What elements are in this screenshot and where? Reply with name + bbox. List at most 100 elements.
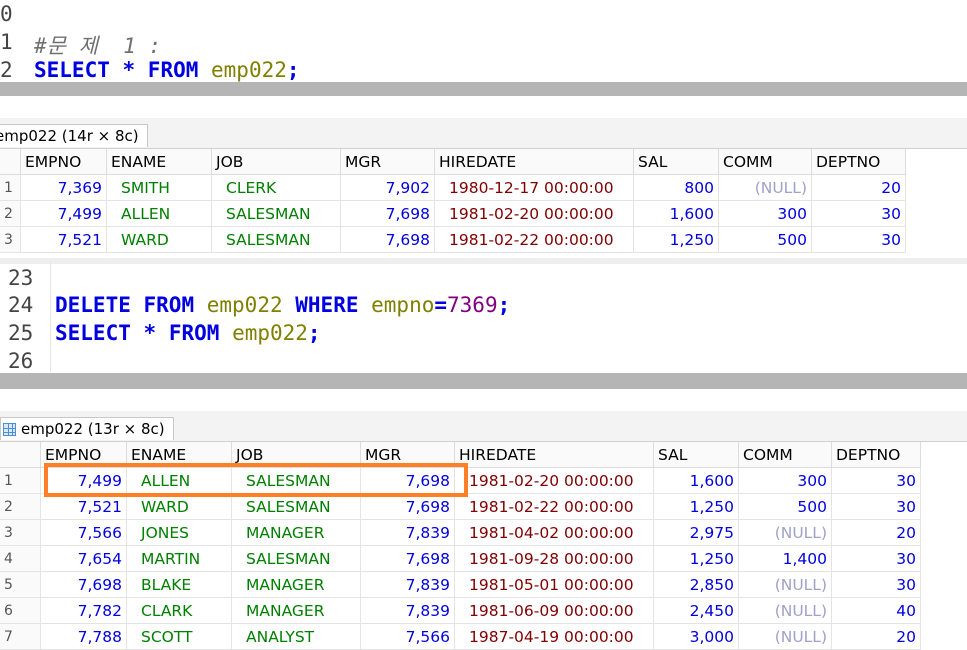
- table-cell[interactable]: 7,654: [40, 545, 127, 572]
- table-cell[interactable]: 7,839: [360, 571, 455, 598]
- table-row[interactable]: 4 7,654 MARTIN SALESMAN 7,698 1981-09-28 00:0…: [0, 545, 921, 572]
- table-cell[interactable]: 2,450: [653, 597, 739, 624]
- sql-editor-middle[interactable]: 23 24 25 26 DELETE FROM emp022 WHERE emp…: [0, 262, 967, 373]
- table-cell[interactable]: 500: [738, 493, 832, 520]
- table-cell[interactable]: MANAGER: [231, 571, 361, 598]
- table-cell[interactable]: 30: [811, 226, 906, 253]
- table-cell[interactable]: 7,499: [20, 200, 107, 227]
- table-cell[interactable]: SALESMAN: [211, 226, 341, 253]
- table-cell[interactable]: 20: [811, 174, 906, 201]
- table-cell[interactable]: 30: [831, 571, 921, 598]
- table-cell[interactable]: WARD: [106, 226, 212, 253]
- row-number[interactable]: 1: [0, 467, 41, 494]
- table-cell[interactable]: 20: [831, 519, 921, 546]
- table-cell[interactable]: JONES: [126, 519, 232, 546]
- table-row[interactable]: 3 7,566 JONES MANAGER 7,839 1981-04-02 00:00:…: [0, 519, 921, 546]
- table-cell[interactable]: 500: [718, 226, 812, 253]
- table-cell[interactable]: SCOTT: [126, 623, 232, 650]
- table-cell[interactable]: WARD: [126, 493, 232, 520]
- row-number[interactable]: 5: [0, 571, 41, 598]
- result-grid-1[interactable]: EMPNO ENAME JOB MGR HIREDATE SAL COMM DE…: [0, 149, 906, 253]
- table-cell[interactable]: 20: [831, 623, 921, 650]
- table-cell[interactable]: 7,566: [360, 623, 455, 650]
- column-header[interactable]: ENAME: [106, 149, 212, 175]
- table-cell[interactable]: SMITH: [106, 174, 212, 201]
- table-cell[interactable]: 2,975: [653, 519, 739, 546]
- table-row[interactable]: 2 7,499 ALLEN SALESMAN 7,698 1981-02-20 00:00…: [0, 200, 906, 227]
- table-cell[interactable]: CLARK: [126, 597, 232, 624]
- table-cell[interactable]: 7,782: [40, 597, 127, 624]
- table-cell[interactable]: 30: [831, 545, 921, 572]
- table-row[interactable]: 5 7,698 BLAKE MANAGER 7,839 1981-05-01 00:00:…: [0, 571, 921, 598]
- table-cell[interactable]: 1980-12-17 00:00:00: [434, 174, 634, 201]
- table-cell[interactable]: 7,902: [340, 174, 435, 201]
- splitter[interactable]: [0, 82, 967, 96]
- result-tab[interactable]: emp022 (14r × 8c): [0, 124, 148, 147]
- table-cell[interactable]: 1,250: [653, 493, 739, 520]
- table-cell[interactable]: 30: [811, 200, 906, 227]
- column-header[interactable]: HIREDATE: [434, 149, 634, 175]
- table-cell[interactable]: MARTIN: [126, 545, 232, 572]
- table-cell[interactable]: ANALYST: [231, 623, 361, 650]
- row-number[interactable]: 6: [0, 597, 41, 624]
- table-cell[interactable]: MANAGER: [231, 519, 361, 546]
- column-header[interactable]: DEPTNO: [831, 442, 921, 468]
- table-cell[interactable]: ALLEN: [106, 200, 212, 227]
- row-number[interactable]: 4: [0, 545, 41, 572]
- sql-editor-top[interactable]: 0 1 #문 제 1 : 2 SELECT * FROM emp022;: [0, 0, 967, 82]
- table-cell[interactable]: MANAGER: [231, 597, 361, 624]
- table-cell[interactable]: 7,698: [340, 200, 435, 227]
- table-cell[interactable]: 7,566: [40, 519, 127, 546]
- table-cell[interactable]: 7,369: [20, 174, 107, 201]
- row-number[interactable]: 1: [0, 174, 21, 201]
- column-header[interactable]: COMM: [738, 442, 832, 468]
- table-cell[interactable]: 1,400: [738, 545, 832, 572]
- table-cell[interactable]: 7,698: [340, 226, 435, 253]
- table-cell[interactable]: 7,839: [360, 597, 455, 624]
- table-cell[interactable]: BLAKE: [126, 571, 232, 598]
- column-header[interactable]: MGR: [340, 149, 435, 175]
- table-cell[interactable]: 1987-04-19 00:00:00: [454, 623, 654, 650]
- table-cell[interactable]: 300: [738, 467, 832, 494]
- table-row[interactable]: 7 7,788 SCOTT ANALYST 7,566 1987-04-19 00:00:…: [0, 623, 921, 650]
- table-cell[interactable]: 1981-02-20 00:00:00: [454, 467, 654, 494]
- column-header[interactable]: DEPTNO: [811, 149, 906, 175]
- column-header[interactable]: COMM: [718, 149, 812, 175]
- table-cell[interactable]: 1,600: [633, 200, 719, 227]
- table-cell[interactable]: (NULL): [738, 623, 832, 650]
- table-cell[interactable]: 1,600: [653, 467, 739, 494]
- table-cell[interactable]: SALESMAN: [231, 545, 361, 572]
- result-tab[interactable]: emp022 (13r × 8c): [0, 417, 174, 440]
- table-cell[interactable]: 30: [831, 467, 921, 494]
- row-number[interactable]: 3: [0, 519, 41, 546]
- table-row[interactable]: 3 7,521 WARD SALESMAN 7,698 1981-02-22 00:00:…: [0, 226, 906, 253]
- table-cell[interactable]: 1981-05-01 00:00:00: [454, 571, 654, 598]
- table-cell[interactable]: (NULL): [738, 571, 832, 598]
- table-cell[interactable]: 7,698: [360, 493, 455, 520]
- row-number[interactable]: 7: [0, 623, 41, 650]
- table-cell[interactable]: 1,250: [653, 545, 739, 572]
- table-cell[interactable]: 1981-04-02 00:00:00: [454, 519, 654, 546]
- table-cell[interactable]: 300: [718, 200, 812, 227]
- row-number[interactable]: 2: [0, 493, 41, 520]
- table-cell[interactable]: 7,788: [40, 623, 127, 650]
- table-cell[interactable]: 7,521: [40, 493, 127, 520]
- table-row[interactable]: 6 7,782 CLARK MANAGER 7,839 1981-06-09 00:00:…: [0, 597, 921, 624]
- column-header[interactable]: SAL: [653, 442, 739, 468]
- table-cell[interactable]: 1981-02-20 00:00:00: [434, 200, 634, 227]
- table-cell[interactable]: SALESMAN: [231, 493, 361, 520]
- table-cell[interactable]: 2,850: [653, 571, 739, 598]
- column-header[interactable]: EMPNO: [20, 149, 107, 175]
- table-cell[interactable]: 7,698: [360, 545, 455, 572]
- table-cell[interactable]: 7,839: [360, 519, 455, 546]
- row-number[interactable]: 3: [0, 226, 21, 253]
- table-cell[interactable]: 1981-02-22 00:00:00: [434, 226, 634, 253]
- table-cell[interactable]: (NULL): [738, 597, 832, 624]
- table-cell[interactable]: 1,250: [633, 226, 719, 253]
- column-header[interactable]: HIREDATE: [454, 442, 654, 468]
- column-header[interactable]: SAL: [633, 149, 719, 175]
- table-cell[interactable]: (NULL): [738, 519, 832, 546]
- table-row[interactable]: 2 7,521 WARD SALESMAN 7,698 1981-02-22 00:00:…: [0, 493, 921, 520]
- table-cell[interactable]: 1981-02-22 00:00:00: [454, 493, 654, 520]
- table-row[interactable]: 1 7,369 SMITH CLERK 7,902 1980-12-17 00:00:00…: [0, 174, 906, 201]
